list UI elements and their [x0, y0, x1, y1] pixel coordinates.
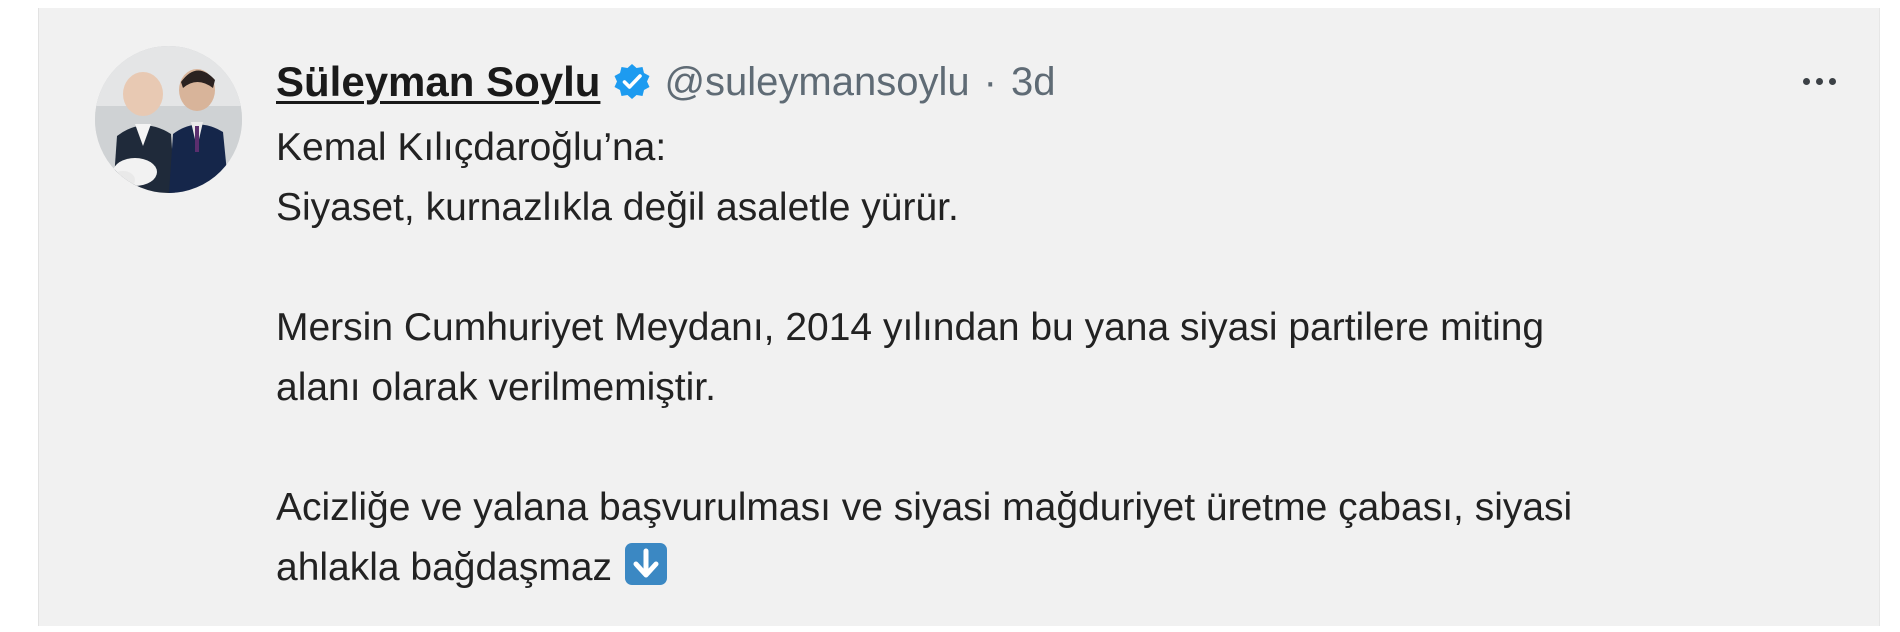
tweet-text-line: Mersin Cumhuriyet Meydanı, 2014 yılından… [276, 306, 1545, 349]
tweet-text-line: alanı olarak verilmemiştir. [276, 366, 716, 409]
verified-badge-icon [612, 62, 652, 102]
tweet-text-line: ahlakla bağdaşmaz [276, 538, 1836, 598]
tweet-text-segment: ahlakla bağdaşmaz [276, 546, 613, 589]
avatar[interactable] [95, 46, 242, 193]
avatar-photo [95, 46, 242, 193]
author-handle[interactable]: @suleymansoylu [664, 60, 969, 105]
tweet-text-line: Acizliğe ve yalana başvurulması ve siyas… [276, 486, 1573, 529]
tweet-card[interactable]: Süleyman Soylu @suleymansoylu · 3d Kemal… [38, 8, 1880, 626]
tweet-text-line: Kemal Kılıçdaroğlu’na: [276, 126, 667, 169]
more-horizontal-icon[interactable] [1789, 66, 1849, 96]
down-arrow-emoji-icon [624, 542, 668, 586]
tweet-timestamp[interactable]: 3d [1011, 60, 1056, 105]
tweet-text: Kemal Kılıçdaroğlu’na: Siyaset, kurnazlı… [276, 118, 1836, 598]
tweet-text-line: Siyaset, kurnazlıkla değil asaletle yürü… [276, 186, 959, 229]
separator-dot: · [983, 59, 997, 104]
author-display-name[interactable]: Süleyman Soylu [276, 58, 600, 106]
tweet-header: Süleyman Soylu @suleymansoylu · 3d [276, 52, 1055, 112]
